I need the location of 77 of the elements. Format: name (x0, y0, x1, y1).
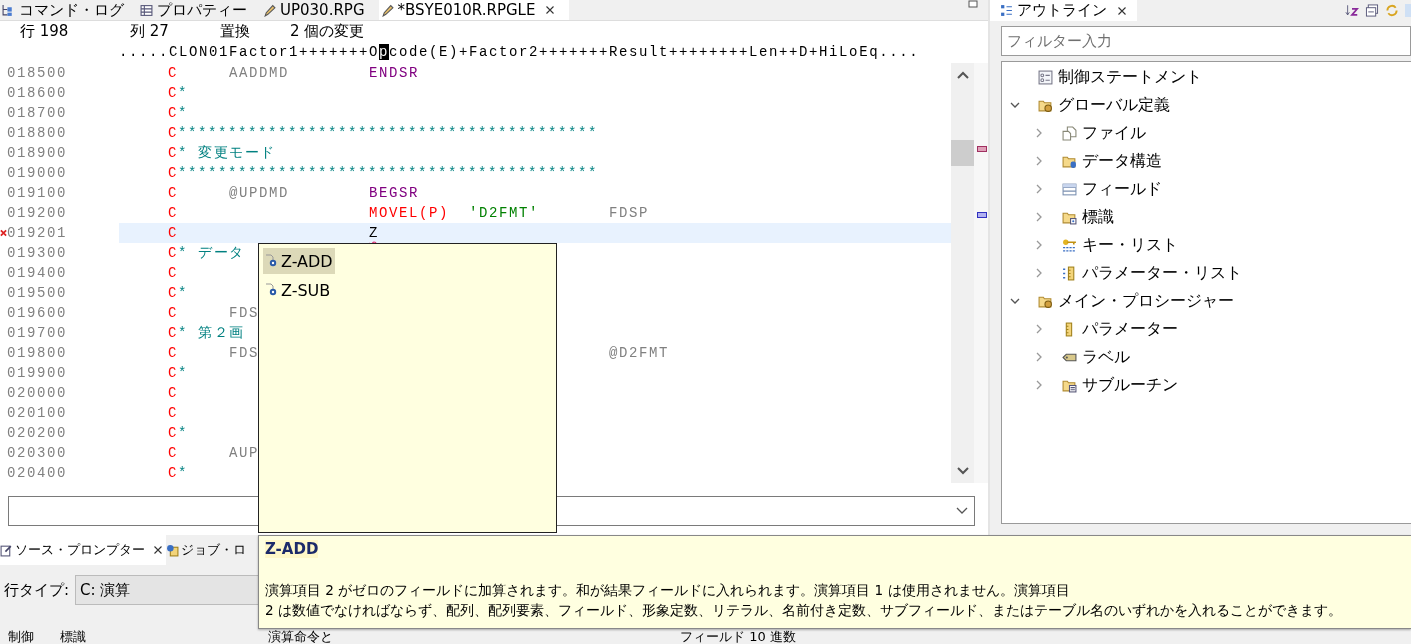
line-number: 018900 (7, 145, 67, 161)
code-comment: * データ (178, 244, 245, 263)
format-ruler: .....CLON01Factor1+++++++O p code(E)+Factor2+++++++Result++++++++Len++D+HiLoEq.... (119, 44, 920, 60)
line-number: 020000 (7, 385, 67, 401)
spec-code: C (168, 344, 178, 363)
line-number: 019500 (7, 285, 67, 301)
line-number: 019600 (7, 305, 67, 321)
code-comment: * (178, 104, 188, 123)
opcode: BEGSR (369, 185, 419, 201)
spec-code: C (168, 384, 178, 403)
line-number: 019400 (7, 265, 67, 281)
code-comment: * (178, 284, 188, 303)
line-number: 020400 (7, 465, 67, 481)
spec-code: C (168, 284, 178, 303)
spec-code: C (168, 244, 178, 263)
line-number: 019900 (7, 365, 67, 381)
column-label: 標識 (60, 630, 87, 644)
spec-code: C (168, 464, 178, 483)
column-label: 演算命令と (268, 630, 334, 644)
code-comment: * (178, 424, 188, 443)
spec-code: C (168, 204, 178, 223)
spec-code: C (168, 184, 178, 203)
mode-indicator: 置換 (220, 21, 251, 41)
line-number: 019200 (7, 205, 67, 221)
spec-code: C (168, 404, 178, 423)
factor-one: FDS (229, 305, 259, 321)
column-label: 制御 (8, 630, 35, 644)
line-number: 019700 (7, 325, 67, 341)
spec-code: C (168, 104, 178, 123)
spec-code: C (168, 364, 178, 383)
column-label: フィールド 10 進数 (680, 630, 796, 644)
line-number: 019100 (7, 185, 67, 201)
opcode: Z (369, 225, 379, 241)
line-number: 019000 (7, 165, 67, 181)
line-number: 019201 (7, 225, 67, 241)
line-number: 018800 (7, 125, 67, 141)
spec-code: C (168, 124, 178, 143)
line-indicator: 行 198 (20, 21, 70, 41)
factor-one: AADDMD (229, 65, 289, 81)
factor-one: AUP (229, 445, 259, 461)
result-field: FDSP (609, 205, 649, 221)
spec-code: C (168, 164, 178, 183)
line-number: 018700 (7, 105, 67, 121)
line-number: 019800 (7, 345, 67, 361)
spec-code: C (168, 84, 178, 103)
code-comment: ****************************************** (178, 164, 599, 183)
line-number: 020200 (7, 425, 67, 441)
spec-code: C (168, 324, 178, 343)
code-comment: ****************************************** (178, 124, 599, 143)
help-description: 演算項目 2 がゼロのフィールドに加算されます。和が結果フィールドに入れられます。演算項目 1 は使用されません。演算項目 2 は数値でなければならず、配列、配列要素、フィールド、形象定数、リテラル、名前付き定数、サブフィールド、またはテーブル名のいずれかを入れることができます。 (265, 581, 1343, 620)
spec-code: C (168, 224, 178, 243)
field-label: 行タイプ: (4, 580, 70, 600)
line-number: 020300 (7, 445, 67, 461)
result-field: @D2FMT (609, 345, 669, 361)
line-number: 020100 (7, 405, 67, 421)
spec-code: C (168, 144, 178, 163)
change-count: 2 個の変更 (290, 21, 365, 41)
line-number: 018600 (7, 85, 67, 101)
code-comment: * (178, 84, 188, 103)
spec-code: C (168, 424, 178, 443)
code-comment: * 変更モード (178, 144, 276, 163)
spec-code: C (168, 444, 178, 463)
code-comment: * (178, 364, 188, 383)
code-comment: * 第２画 (178, 324, 245, 343)
line-number: 019300 (7, 245, 67, 261)
code-comment: * (178, 464, 188, 483)
opcode: MOVEL(P) (369, 205, 449, 221)
spec-code: C (168, 64, 178, 83)
column-indicator: 列 27 (130, 21, 170, 41)
factor-two: 'D2FMT' (469, 205, 539, 221)
factor-one: FDS (229, 345, 259, 361)
line-number: 018500 (7, 65, 67, 81)
opcode: ENDSR (369, 65, 419, 81)
help-title: Z-ADD (265, 540, 319, 558)
factor-one: @UPDMD (229, 185, 289, 201)
spec-code: C (168, 304, 178, 323)
spec-code: C (168, 264, 178, 283)
